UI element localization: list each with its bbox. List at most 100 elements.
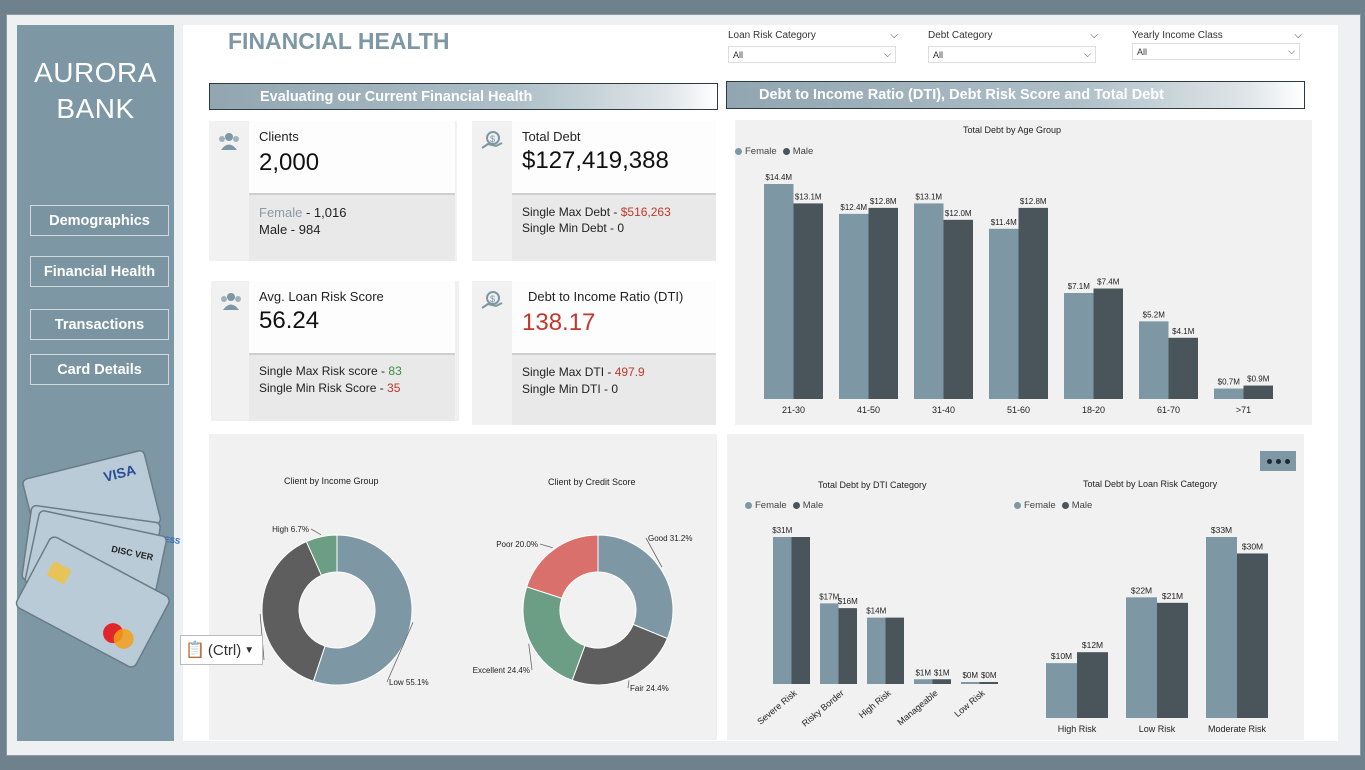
- max-label: Single Max Risk score: [259, 364, 378, 378]
- data-label: $12.8M: [1020, 197, 1047, 206]
- slicer-dropdown[interactable]: All ⌵: [728, 46, 896, 63]
- chart-title-loan-risk: Total Debt by Loan Risk Category: [1083, 479, 1218, 489]
- slice-fair[interactable]: [571, 623, 669, 686]
- bar-male-0[interactable]: [791, 537, 811, 684]
- tick-label: High Risk: [1058, 724, 1097, 734]
- chart-title-income: Client by Income Group: [284, 476, 379, 486]
- more-options-icon[interactable]: [1260, 451, 1296, 471]
- legend-age: Female Male: [735, 146, 813, 157]
- bar-female-1[interactable]: [820, 603, 839, 684]
- bar-male-6[interactable]: [1243, 385, 1274, 399]
- bar-female-2[interactable]: [1206, 537, 1237, 718]
- bar-female-3[interactable]: [914, 679, 933, 684]
- chevron-down-icon[interactable]: ⌵: [1294, 30, 1302, 41]
- max-value: 497.9: [614, 365, 645, 379]
- kpi-value: 56.24: [259, 307, 320, 334]
- male-count: 984: [298, 222, 321, 237]
- data-label: $11.4M: [991, 218, 1017, 227]
- bar-female-6[interactable]: [1214, 388, 1244, 399]
- legend-female: Female: [735, 146, 777, 157]
- paste-options-popup[interactable]: 📋 (Ctrl) ▼: [180, 635, 263, 665]
- slice-label: Excellent 24.4%: [473, 666, 530, 675]
- money-hand-icon: $: [472, 121, 512, 161]
- bar-male-3[interactable]: [1018, 207, 1049, 399]
- bar-female-0[interactable]: [1046, 663, 1077, 718]
- slicer-debt-category[interactable]: Debt Category ⌵ All ⌵: [928, 30, 1098, 63]
- data-label: $0M: [962, 671, 978, 680]
- slicer-label: Loan Risk Category: [728, 30, 816, 41]
- bar-female-2[interactable]: [867, 617, 886, 684]
- leader-line: [539, 543, 553, 549]
- min-value: 0: [611, 382, 619, 396]
- legend-female: Female: [745, 500, 787, 511]
- chevron-down-icon[interactable]: ▼: [244, 645, 254, 656]
- kpi-value: 138.17: [522, 309, 596, 336]
- slicer-label: Yearly Income Class: [1132, 30, 1223, 41]
- chevron-down-icon: ⌵: [884, 49, 891, 59]
- data-label: $1M: [915, 668, 931, 677]
- bar-female-5[interactable]: [1139, 321, 1169, 399]
- slice-excellent[interactable]: [522, 586, 586, 682]
- banner-dti: Debt to Income Ratio (DTI), Debt Risk Sc…: [726, 81, 1305, 109]
- slicer-dropdown[interactable]: All ⌵: [1132, 43, 1300, 60]
- tick-label: Low Risk: [952, 688, 987, 719]
- bar-female-2[interactable]: [914, 203, 944, 399]
- slicer-value: All: [1137, 46, 1148, 57]
- slicer-loan-risk-category[interactable]: Loan Risk Category ⌵ All ⌵: [728, 30, 898, 63]
- legend-male: Male: [782, 146, 813, 157]
- bar-female-1[interactable]: [1126, 597, 1157, 718]
- bar-male-3[interactable]: [932, 679, 952, 684]
- bar-male-1[interactable]: [1157, 602, 1188, 718]
- bar-male-1[interactable]: [838, 608, 858, 684]
- money-hand-icon: $: [472, 281, 512, 321]
- slice-label: Fair 24.4%: [630, 684, 669, 693]
- chart-title-dti: Total Debt by DTI Category: [818, 480, 927, 490]
- chart-income-donut: Low 55.1%Middle 38.2%High 6.7%: [214, 525, 429, 687]
- bar-male-1[interactable]: [868, 207, 899, 399]
- tick-label: Risky Border: [800, 688, 846, 729]
- chart-title-credit: Client by Credit Score: [548, 477, 636, 487]
- data-label: $30M: [1242, 541, 1263, 551]
- legend-female: Female: [1014, 500, 1056, 511]
- legend-male: Male: [792, 500, 823, 511]
- bar-male-4[interactable]: [1093, 288, 1124, 399]
- bar-female-1[interactable]: [839, 213, 869, 399]
- kpi-value: 2,000: [259, 149, 320, 176]
- bar-female-3[interactable]: [989, 228, 1019, 399]
- chart-debt-by-dti: $31M Severe Risk $17M$16M Risky Border $14M H…: [755, 526, 999, 729]
- chevron-down-icon[interactable]: ⌵: [1090, 30, 1098, 41]
- bar-male-2[interactable]: [885, 617, 905, 684]
- data-label: $0.9M: [1247, 375, 1270, 384]
- bar-male-2[interactable]: [1237, 553, 1268, 718]
- bar-female-0[interactable]: [773, 537, 792, 684]
- bar-female-4[interactable]: [961, 682, 980, 684]
- data-label: $5.2M: [1143, 310, 1166, 319]
- data-label: $21M: [1162, 591, 1183, 601]
- slice-good[interactable]: [597, 534, 674, 640]
- legend-loan-risk: Female Male: [1014, 500, 1092, 511]
- bar-male-4[interactable]: [979, 682, 999, 684]
- data-label: $12M: [1082, 640, 1103, 650]
- slicer-yearly-income-class[interactable]: Yearly Income Class ⌵ All ⌵: [1132, 30, 1302, 60]
- tick-label: >71: [1236, 405, 1251, 415]
- bar-female-4[interactable]: [1064, 292, 1094, 399]
- bar-female-0[interactable]: [764, 184, 794, 399]
- tick-label: Severe Risk: [755, 688, 799, 727]
- chevron-down-icon[interactable]: ⌵: [890, 30, 898, 41]
- kpi-title: Avg. Loan Risk Score: [259, 289, 384, 304]
- max-label: Single Max DTI: [522, 365, 605, 379]
- bar-male-0[interactable]: [1077, 652, 1108, 718]
- bar-male-5[interactable]: [1168, 337, 1199, 399]
- bar-male-2[interactable]: [943, 219, 974, 399]
- slicer-dropdown[interactable]: All ⌵: [928, 46, 1096, 63]
- leader-line: [627, 680, 630, 689]
- max-value: 83: [388, 364, 402, 378]
- slice-label: Low 55.1%: [389, 678, 429, 687]
- female-count: 1,016: [313, 205, 347, 220]
- data-label: $4.1M: [1172, 327, 1195, 336]
- slicer-label: Debt Category: [928, 30, 993, 41]
- bar-male-0[interactable]: [793, 203, 824, 399]
- chevron-down-icon: ⌵: [1288, 46, 1295, 56]
- data-label: $33M: [1211, 525, 1232, 535]
- slicer-value: All: [733, 49, 744, 60]
